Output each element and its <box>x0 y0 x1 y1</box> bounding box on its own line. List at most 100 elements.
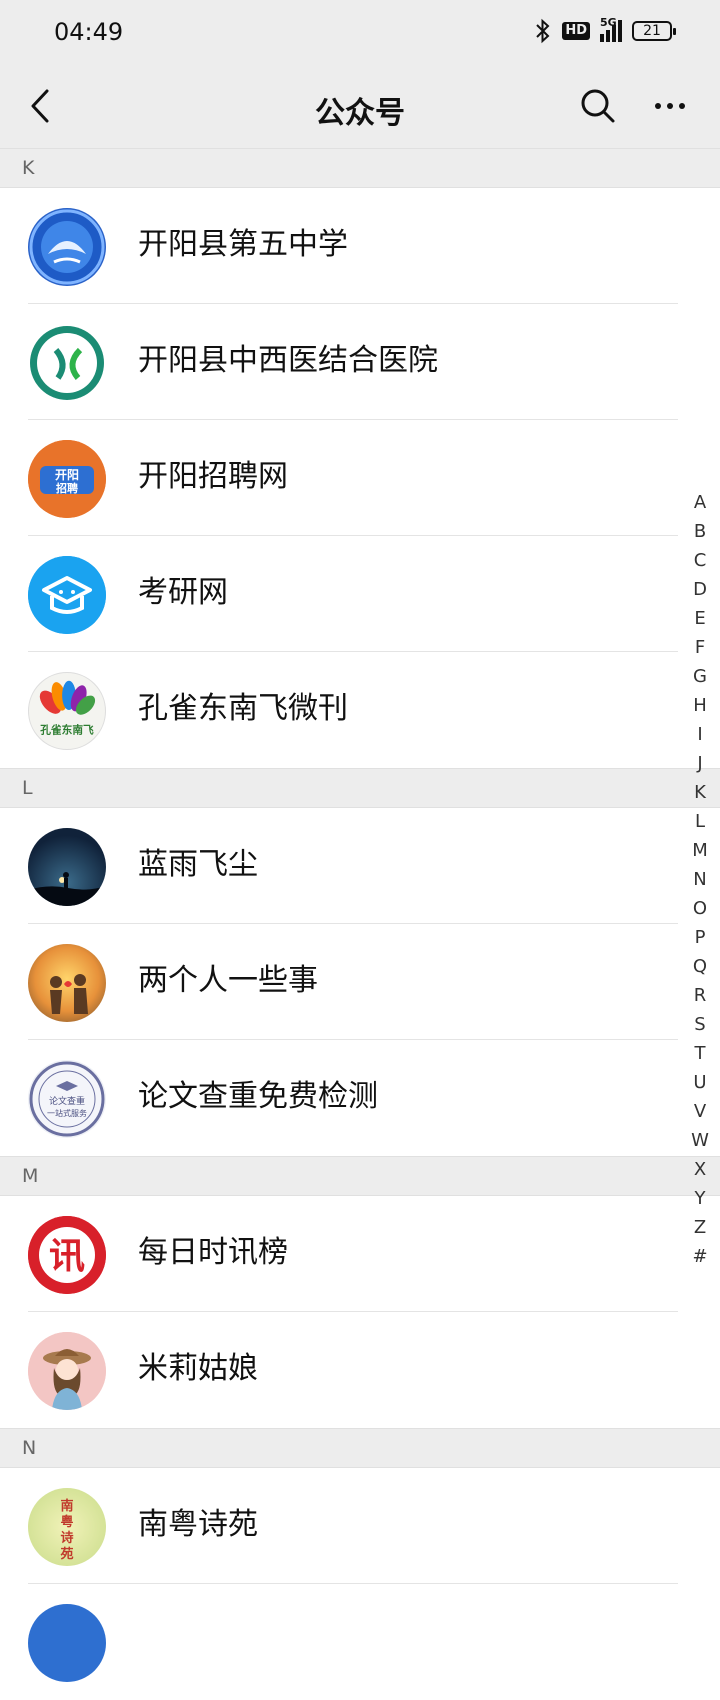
sunset-couple-photo-icon <box>50 974 88 1014</box>
avatar: 讯 <box>28 1216 106 1294</box>
avatar: 孔雀东南飞 <box>28 672 106 750</box>
poetry-logo-icon: 南 粤 诗 苑 <box>59 1498 73 1562</box>
avatar <box>28 1332 106 1410</box>
svg-text:南: 南 <box>60 1498 73 1514</box>
avatar <box>28 556 106 634</box>
index-letter[interactable]: P <box>695 923 706 952</box>
battery-icon: 21 <box>632 21 676 41</box>
index-letter[interactable]: Q <box>693 952 707 981</box>
index-letter[interactable]: J <box>697 749 702 778</box>
index-letter[interactable]: L <box>695 807 705 836</box>
status-bar: 04:49 HD 5G 21 <box>0 0 720 64</box>
svg-text:论文查重: 论文查重 <box>49 1095 85 1107</box>
index-letter[interactable]: V <box>694 1097 706 1126</box>
index-letter[interactable]: D <box>693 575 707 604</box>
nav-bar: 公众号 <box>0 64 720 148</box>
index-letter[interactable]: R <box>694 981 707 1010</box>
index-letter[interactable]: U <box>693 1068 706 1097</box>
list-item[interactable]: 米莉姑娘 <box>0 1312 720 1428</box>
search-icon <box>581 89 615 123</box>
index-letter[interactable]: A <box>694 488 706 517</box>
list-item[interactable]: 南 粤 诗 苑 南粤诗苑 <box>0 1468 720 1584</box>
status-icons: HD 5G 21 <box>534 16 676 44</box>
index-letter[interactable]: C <box>694 546 707 575</box>
night-sky-photo-icon <box>28 872 106 906</box>
school-logo-icon <box>29 209 105 285</box>
index-letter[interactable]: H <box>693 691 707 720</box>
svg-text:开阳: 开阳 <box>55 467 79 482</box>
svg-text:一站式服务: 一站式服务 <box>47 1108 87 1118</box>
index-letter[interactable]: X <box>694 1155 706 1184</box>
list-item[interactable]: 讯 每日时讯榜 <box>0 1196 720 1312</box>
account-name: 论文查重免费检测 <box>138 1079 378 1114</box>
avatar <box>28 324 106 402</box>
account-name: 开阳县第五中学 <box>138 227 348 262</box>
svg-text:粤: 粤 <box>60 1514 73 1530</box>
paper-check-logo-icon: 论文查重 一站式服务 <box>29 1061 105 1137</box>
search-button[interactable] <box>578 86 618 126</box>
avatar <box>28 944 106 1022</box>
index-letter[interactable]: # <box>692 1242 707 1271</box>
hospital-logo-icon <box>30 326 104 400</box>
account-name: 每日时讯榜 <box>138 1235 288 1270</box>
status-time: 04:49 <box>54 18 124 46</box>
list-item[interactable]: 两个人一些事 <box>0 924 720 1040</box>
account-name: 开阳县中西医结合医院 <box>138 343 438 378</box>
alphabet-index[interactable]: A B C D E F G H I J K L M N O P Q R S T U V W X Y Z # <box>688 488 712 1271</box>
svg-text:孔雀东南飞: 孔雀东南飞 <box>40 723 94 736</box>
section-header-l: L <box>0 768 720 808</box>
battery-level: 21 <box>643 23 661 39</box>
more-button[interactable] <box>648 86 692 126</box>
avatar: 南 粤 诗 苑 <box>28 1488 106 1566</box>
index-letter[interactable]: M <box>692 836 708 865</box>
list-item[interactable]: 开阳县中西医结合医院 <box>0 304 720 420</box>
girl-illustration-icon <box>28 1332 106 1410</box>
section-header-n: N <box>0 1428 720 1468</box>
avatar <box>28 828 106 906</box>
section-header-m: M <box>0 1156 720 1196</box>
index-letter[interactable]: Y <box>695 1184 706 1213</box>
index-letter[interactable]: N <box>693 865 706 894</box>
account-name: 孔雀东南飞微刊 <box>138 691 348 726</box>
index-letter[interactable]: F <box>695 633 705 662</box>
official-accounts-list: K 开阳县第五中学 开阳县中西医结合医院 开阳 招聘 开阳招聘网 考研网 孔雀东… <box>0 148 720 1700</box>
index-letter[interactable]: Z <box>694 1213 706 1242</box>
avatar <box>28 208 106 286</box>
avatar: 论文查重 一站式服务 <box>28 1060 106 1138</box>
more-dot-icon <box>655 103 661 109</box>
recruit-logo-icon: 开阳 招聘 <box>28 440 106 518</box>
signal-icon: 5G <box>600 16 622 42</box>
index-letter[interactable]: I <box>697 720 702 749</box>
list-item[interactable]: 开阳县第五中学 <box>0 188 720 304</box>
index-letter[interactable]: B <box>694 517 706 546</box>
index-letter[interactable]: K <box>694 778 706 807</box>
index-letter[interactable]: W <box>691 1126 709 1155</box>
list-item[interactable]: 论文查重 一站式服务 论文查重免费检测 <box>0 1040 720 1156</box>
list-item[interactable] <box>0 1584 720 1700</box>
index-letter[interactable]: O <box>693 894 707 923</box>
account-name: 南粤诗苑 <box>138 1507 258 1542</box>
list-item[interactable]: 蓝雨飞尘 <box>0 808 720 924</box>
svg-text:讯: 讯 <box>49 1236 85 1277</box>
avatar <box>28 1604 106 1682</box>
list-item[interactable]: 开阳 招聘 开阳招聘网 <box>0 420 720 536</box>
svg-text:苑: 苑 <box>59 1546 73 1562</box>
svg-text:诗: 诗 <box>60 1530 73 1546</box>
index-letter[interactable]: G <box>693 662 707 691</box>
index-letter[interactable]: T <box>695 1039 706 1068</box>
account-name: 开阳招聘网 <box>138 459 288 494</box>
hd-badge: HD <box>562 22 590 40</box>
more-dot-icon <box>679 103 685 109</box>
graduation-cap-icon <box>28 556 106 634</box>
index-letter[interactable]: S <box>694 1010 705 1039</box>
account-name: 两个人一些事 <box>138 963 318 998</box>
section-header-k: K <box>0 148 720 188</box>
list-item[interactable]: 孔雀东南飞 孔雀东南飞微刊 <box>0 652 720 768</box>
svg-text:招聘: 招聘 <box>56 481 78 495</box>
xun-logo-icon: 讯 <box>28 1216 106 1294</box>
avatar: 开阳 招聘 <box>28 440 106 518</box>
index-letter[interactable]: E <box>694 604 705 633</box>
bluetooth-icon <box>536 18 550 44</box>
account-name: 考研网 <box>138 575 228 610</box>
list-item[interactable]: 考研网 <box>0 536 720 652</box>
